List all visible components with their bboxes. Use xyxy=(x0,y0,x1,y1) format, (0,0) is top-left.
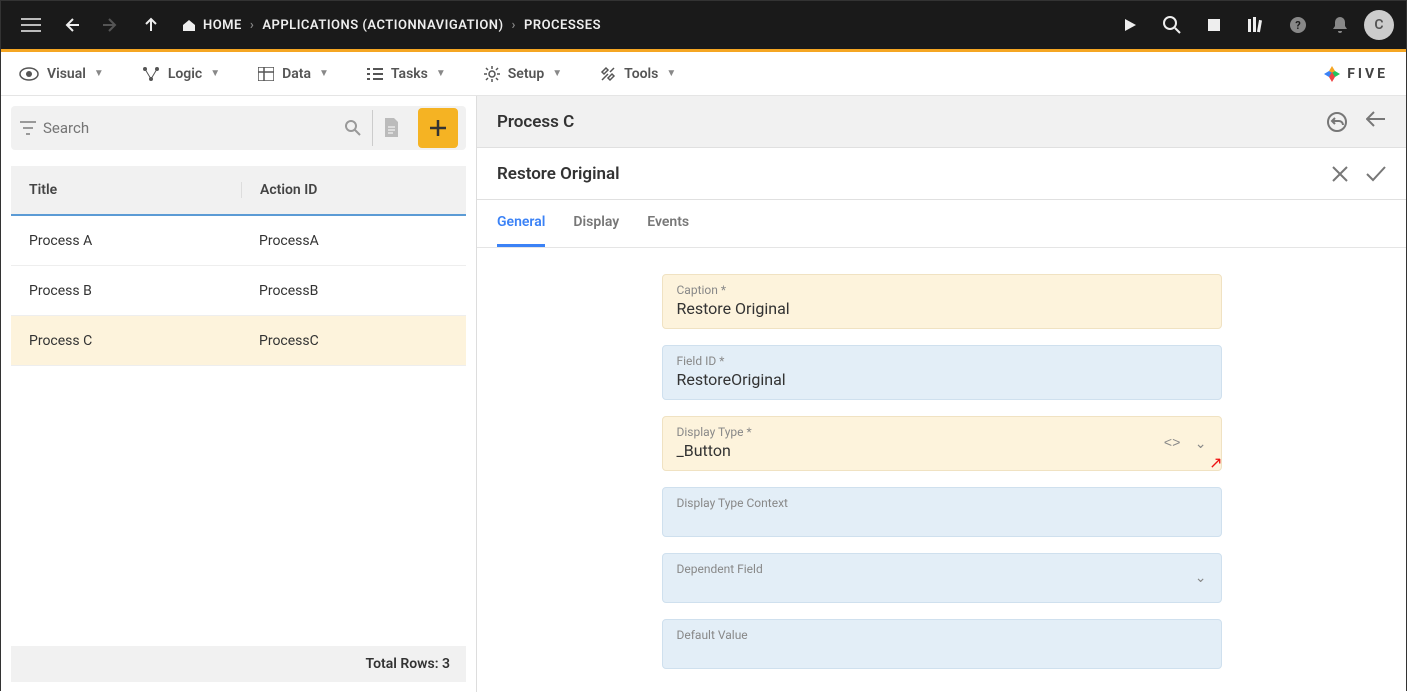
tab-events[interactable]: Events xyxy=(647,200,689,247)
table-row[interactable]: Process B ProcessB xyxy=(11,266,466,316)
library-icon[interactable] xyxy=(1238,7,1274,43)
table-row[interactable]: Process A ProcessA xyxy=(11,216,466,266)
table-body: Process A ProcessA Process B ProcessB Pr… xyxy=(11,216,466,646)
check-icon[interactable] xyxy=(1366,166,1386,182)
breadcrumb-home-label: HOME xyxy=(203,18,242,33)
menu-visual[interactable]: Visual▼ xyxy=(19,66,104,82)
display-type-context-field[interactable]: Display Type Context xyxy=(662,487,1222,537)
chevron-down-icon[interactable]: ⌄ xyxy=(1195,570,1207,586)
menu-tasks[interactable]: Tasks▼ xyxy=(367,66,446,82)
menubar: Visual▼ Logic▼ Data▼ Tasks▼ Setup▼ Tools… xyxy=(1,52,1406,96)
chevron-down-icon[interactable]: ⌄ xyxy=(1195,436,1207,452)
right-panel: Process C Restore Original General Displ… xyxy=(477,96,1406,692)
tabs: General Display Events xyxy=(477,200,1406,248)
default-value-field[interactable]: Default Value xyxy=(662,619,1222,669)
table-row[interactable]: Process C ProcessC xyxy=(11,316,466,366)
chevron-right-icon: › xyxy=(250,18,254,33)
body: Title Action ID Process A ProcessA Proce… xyxy=(1,96,1406,692)
forward-icon xyxy=(93,7,129,43)
menu-logic[interactable]: Logic▼ xyxy=(142,66,220,82)
help-icon[interactable]: ? xyxy=(1280,7,1316,43)
breadcrumb-applications[interactable]: APPLICATIONS (ACTIONNAVIGATION) xyxy=(262,18,503,33)
hamburger-icon[interactable] xyxy=(13,7,49,43)
code-icon[interactable]: <> xyxy=(1164,436,1181,452)
dependent-field-field[interactable]: Dependent Field ⌄ xyxy=(662,553,1222,603)
search-icon[interactable] xyxy=(1154,7,1190,43)
svg-text:?: ? xyxy=(1295,19,1301,32)
field-id-field[interactable]: Field ID * RestoreOriginal xyxy=(662,345,1222,400)
add-button[interactable] xyxy=(418,108,458,148)
brand-logo: FIVE xyxy=(1323,65,1388,83)
caption-field[interactable]: Caption * Restore Original xyxy=(662,274,1222,329)
table-footer: Total Rows: 3 xyxy=(11,646,466,682)
tab-general[interactable]: General xyxy=(497,200,545,247)
display-type-field[interactable]: Display Type * _Button <> ⌄ ↗ xyxy=(662,416,1222,471)
play-icon[interactable] xyxy=(1112,7,1148,43)
sub-header: Restore Original xyxy=(477,148,1406,200)
form: Caption * Restore Original Field ID * Re… xyxy=(477,248,1406,692)
menu-tools[interactable]: Tools▼ xyxy=(600,66,676,82)
col-title[interactable]: Title xyxy=(11,182,241,198)
menu-data[interactable]: Data▼ xyxy=(258,66,329,82)
breadcrumb: HOME › APPLICATIONS (ACTIONNAVIGATION) ›… xyxy=(181,18,601,33)
search-input[interactable] xyxy=(43,119,338,137)
breadcrumb-home[interactable]: HOME xyxy=(181,18,242,33)
detail-header: Process C xyxy=(477,96,1406,148)
col-action-id[interactable]: Action ID xyxy=(241,182,466,198)
table-header: Title Action ID xyxy=(11,166,466,216)
topbar-right: ? C xyxy=(1112,7,1394,43)
annotation-arrow: ↗ xyxy=(1209,453,1222,472)
chevron-right-icon: › xyxy=(512,18,516,33)
breadcrumb-processes[interactable]: PROCESSES xyxy=(524,18,601,33)
topbar-left: HOME › APPLICATIONS (ACTIONNAVIGATION) ›… xyxy=(13,7,601,43)
menu-setup[interactable]: Setup▼ xyxy=(484,66,562,82)
back-arrow-icon[interactable] xyxy=(1366,111,1386,133)
document-icon[interactable] xyxy=(372,110,408,146)
close-icon[interactable] xyxy=(1332,166,1348,182)
search-icon[interactable] xyxy=(344,119,362,137)
tab-display[interactable]: Display xyxy=(573,200,619,247)
filter-icon[interactable] xyxy=(19,121,37,135)
bell-icon[interactable] xyxy=(1322,7,1358,43)
topbar: HOME › APPLICATIONS (ACTIONNAVIGATION) ›… xyxy=(1,1,1406,49)
detail-title: Process C xyxy=(497,112,574,132)
avatar[interactable]: C xyxy=(1364,10,1394,40)
sub-title: Restore Original xyxy=(497,164,620,184)
search-row xyxy=(11,106,466,150)
revert-icon[interactable] xyxy=(1326,111,1348,133)
stop-icon[interactable] xyxy=(1196,7,1232,43)
back-icon[interactable] xyxy=(53,7,89,43)
up-icon[interactable] xyxy=(133,7,169,43)
left-panel: Title Action ID Process A ProcessA Proce… xyxy=(1,96,477,692)
